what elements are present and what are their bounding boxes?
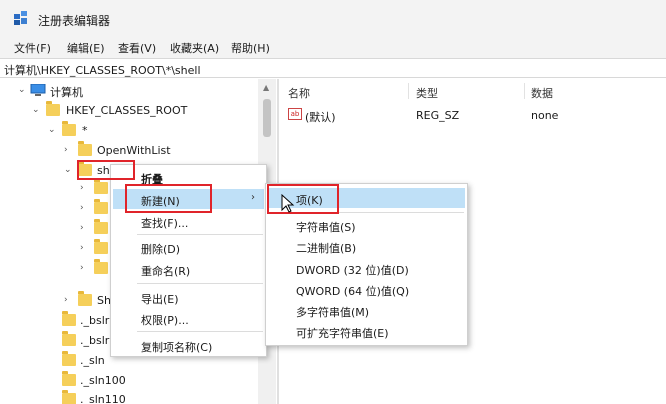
tree-item-hkcr[interactable]: ⌄ HKEY_CLASSES_ROOT bbox=[0, 101, 258, 121]
folder-icon bbox=[62, 390, 76, 404]
menu-view[interactable]: 查看(V) bbox=[118, 40, 156, 56]
tree-label-sln110: ._sln110 bbox=[80, 393, 126, 404]
chevron-down-icon[interactable]: ⌄ bbox=[48, 125, 56, 135]
column-header-name[interactable]: 名称 bbox=[288, 85, 310, 101]
scroll-up-icon[interactable]: ▲ bbox=[263, 83, 269, 92]
menu-item-delete[interactable]: 删除(D) bbox=[141, 241, 180, 257]
tree-item-sln[interactable]: ._sln bbox=[0, 351, 110, 371]
tree-item-bslr[interactable]: ._bslr bbox=[0, 311, 110, 331]
tree-item-star[interactable]: ⌄ * bbox=[0, 121, 258, 141]
chevron-right-icon[interactable]: › bbox=[64, 145, 68, 155]
tree-item-child[interactable]: › bbox=[0, 219, 110, 239]
column-header-type[interactable]: 类型 bbox=[416, 85, 438, 101]
string-value-icon: ab bbox=[288, 108, 302, 120]
folder-icon bbox=[62, 331, 76, 346]
tree-item-sh[interactable]: › Sh bbox=[0, 291, 111, 311]
folder-icon bbox=[62, 371, 76, 386]
folder-icon bbox=[94, 259, 108, 274]
chevron-down-icon[interactable]: ⌄ bbox=[32, 105, 40, 115]
folder-icon bbox=[78, 141, 92, 156]
chevron-right-icon[interactable]: › bbox=[80, 183, 84, 193]
folder-icon bbox=[94, 219, 108, 234]
address-path: 计算机\HKEY_CLASSES_ROOT\*\shell bbox=[4, 64, 201, 77]
folder-icon bbox=[78, 291, 92, 306]
column-separator[interactable] bbox=[408, 83, 409, 99]
submenu-item-expandable-string-value[interactable]: 可扩充字符串值(E) bbox=[296, 325, 389, 341]
tree-item-sln110[interactable]: ._sln110 bbox=[0, 390, 258, 404]
tree-label-bslr: ._bslr bbox=[80, 334, 110, 347]
tree-item-child[interactable]: › bbox=[0, 239, 110, 259]
menu-separator bbox=[137, 331, 263, 332]
tree-item-child[interactable]: › bbox=[0, 199, 110, 219]
chevron-right-icon[interactable]: › bbox=[80, 243, 84, 253]
annotation-box-shell bbox=[77, 160, 135, 180]
computer-icon bbox=[30, 84, 46, 96]
menu-separator bbox=[137, 234, 263, 235]
mouse-cursor-icon bbox=[281, 194, 295, 213]
scroll-thumb[interactable] bbox=[263, 99, 271, 137]
table-row[interactable]: ab (默认) REG_SZ none bbox=[280, 105, 666, 125]
tree-label-computer: 计算机 bbox=[50, 86, 83, 99]
chevron-right-icon[interactable]: › bbox=[80, 203, 84, 213]
value-type: REG_SZ bbox=[416, 109, 460, 122]
menu-separator bbox=[137, 283, 263, 284]
tree-label-sln: ._sln bbox=[80, 354, 105, 367]
menu-item-find[interactable]: 查找(F)... bbox=[141, 215, 188, 231]
column-separator[interactable] bbox=[524, 83, 525, 99]
menu-help[interactable]: 帮助(H) bbox=[231, 40, 270, 56]
column-header-data[interactable]: 数据 bbox=[531, 85, 553, 101]
value-data: none bbox=[531, 109, 559, 122]
menu-item-export[interactable]: 导出(E) bbox=[141, 291, 179, 307]
tree-item-sln100[interactable]: ._sln100 bbox=[0, 371, 258, 391]
tree-label-sln100: ._sln100 bbox=[80, 374, 126, 387]
tree-label-sh: Sh bbox=[97, 294, 111, 307]
menu-edit[interactable]: 编辑(E) bbox=[67, 40, 105, 56]
tree-label-star: * bbox=[82, 124, 88, 137]
chevron-right-icon[interactable]: › bbox=[80, 263, 84, 273]
chevron-right-icon[interactable]: › bbox=[80, 223, 84, 233]
address-bar[interactable]: 计算机\HKEY_CLASSES_ROOT\*\shell bbox=[0, 58, 666, 78]
submenu-item-binary-value[interactable]: 二进制值(B) bbox=[296, 240, 356, 256]
folder-icon bbox=[94, 239, 108, 254]
menu-bar: 文件(F) 编辑(E) 查看(V) 收藏夹(A) 帮助(H) bbox=[0, 36, 666, 58]
chevron-down-icon[interactable]: ⌄ bbox=[64, 165, 72, 175]
tree-label-openwithlist: OpenWithList bbox=[97, 144, 171, 157]
folder-icon bbox=[62, 351, 76, 366]
folder-icon bbox=[62, 121, 76, 136]
annotation-box-new bbox=[125, 184, 212, 213]
tree-item-child[interactable]: › bbox=[0, 179, 110, 199]
window-title: 注册表编辑器 bbox=[38, 14, 111, 28]
folder-icon bbox=[46, 101, 60, 116]
value-name: (默认) bbox=[305, 111, 336, 124]
menu-item-copy-key-name[interactable]: 复制项名称(C) bbox=[141, 339, 212, 355]
tree-label-hkcr: HKEY_CLASSES_ROOT bbox=[66, 104, 188, 117]
title-bar: 注册表编辑器 bbox=[0, 0, 666, 36]
submenu-item-string-value[interactable]: 字符串值(S) bbox=[296, 219, 356, 235]
tree-item-openwithlist[interactable]: › OpenWithList bbox=[0, 141, 258, 161]
folder-icon bbox=[94, 179, 108, 194]
annotation-box-key bbox=[267, 184, 339, 214]
chevron-down-icon[interactable]: ⌄ bbox=[18, 85, 26, 95]
menu-file[interactable]: 文件(F) bbox=[14, 40, 51, 56]
chevron-right-icon: › bbox=[251, 192, 255, 203]
submenu-item-multi-string-value[interactable]: 多字符串值(M) bbox=[296, 304, 369, 320]
tree-item-computer[interactable]: ⌄ 计算机 bbox=[0, 81, 258, 101]
folder-icon bbox=[94, 199, 108, 214]
chevron-right-icon[interactable]: › bbox=[64, 295, 68, 305]
registry-editor-icon bbox=[14, 11, 27, 25]
menu-item-rename[interactable]: 重命名(R) bbox=[141, 263, 190, 279]
folder-icon bbox=[62, 311, 76, 326]
menu-favorites[interactable]: 收藏夹(A) bbox=[170, 40, 219, 56]
submenu-item-dword-value[interactable]: DWORD (32 位)值(D) bbox=[296, 262, 409, 278]
menu-item-permissions[interactable]: 权限(P)... bbox=[141, 312, 189, 328]
submenu-item-qword-value[interactable]: QWORD (64 位)值(Q) bbox=[296, 283, 409, 299]
tree-item-child[interactable]: › bbox=[0, 259, 110, 279]
tree-label-bslr: ._bslr bbox=[80, 314, 110, 327]
tree-item-bslr[interactable]: ._bslr bbox=[0, 331, 110, 351]
